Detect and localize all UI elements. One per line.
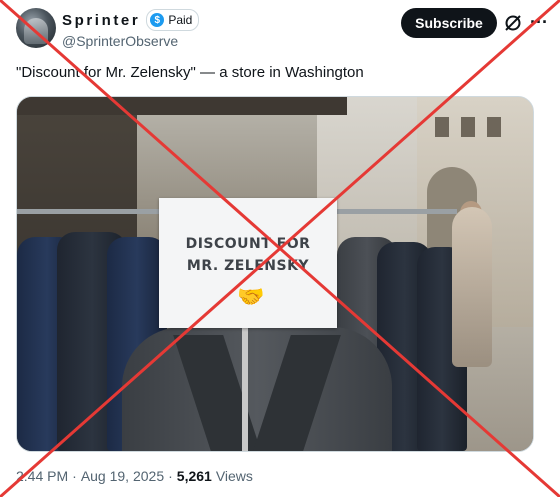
building-window [435,117,449,137]
avatar[interactable] [16,8,56,48]
display-name[interactable]: Sprinter [62,12,140,29]
subscribe-button[interactable]: Subscribe [401,8,497,38]
sign-text-line2: MR. ZELENSKY [186,258,310,274]
building-window [461,117,475,137]
tweet-date[interactable]: Aug 19, 2025 [81,468,164,484]
tweet-time[interactable]: 2:44 PM [16,468,68,484]
building-window [487,117,501,137]
views-count: 5,261 [176,468,212,484]
discount-sign: DISCOUNT FOR MR. ZELENSKY 🤝 [159,198,337,328]
views-label: Views [215,468,253,484]
sign-pole [242,325,248,451]
shop-awning [17,97,347,115]
meta-separator: · [168,468,173,484]
dollar-verified-icon: $ [150,13,165,27]
tweet-text: "Discount for Mr. Zelensky" — a store in… [16,64,364,81]
paid-badge[interactable]: $ Paid [146,9,200,31]
more-options-icon[interactable]: ··· [530,12,552,32]
avatar-image [24,18,48,44]
front-suit [122,327,392,451]
meta-separator: · [72,468,77,484]
paid-label: Paid [168,13,193,27]
sign-text-line1: DISCOUNT FOR [185,236,311,252]
tweet-meta: 2:44 PM · Aug 19, 2025 · 5,261 Views [16,468,253,484]
author-row: Sprinter $ Paid [62,9,200,31]
tweet-photo[interactable]: DISCOUNT FOR MR. ZELENSKY 🤝 [16,96,534,452]
person [452,207,492,367]
grok-icon[interactable] [503,13,523,33]
user-handle[interactable]: @SprinterObserve [62,33,178,49]
handshake-icon: 🤝 [237,284,265,309]
